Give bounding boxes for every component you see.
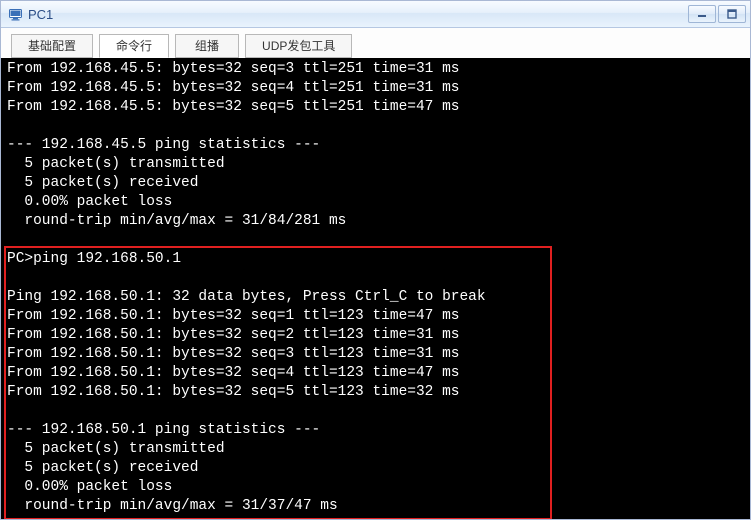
tab-udp-tool[interactable]: UDP发包工具 bbox=[245, 34, 352, 58]
maximize-button[interactable] bbox=[718, 5, 746, 23]
window-title: PC1 bbox=[28, 7, 688, 22]
app-icon bbox=[7, 6, 23, 22]
terminal-area[interactable]: From 192.168.45.5: bytes=32 seq=3 ttl=25… bbox=[1, 58, 750, 519]
minimize-icon bbox=[697, 9, 707, 19]
titlebar: PC1 bbox=[1, 1, 750, 28]
terminal-output: From 192.168.45.5: bytes=32 seq=3 ttl=25… bbox=[7, 60, 744, 519]
minimize-button[interactable] bbox=[688, 5, 716, 23]
maximize-icon bbox=[727, 9, 737, 19]
tabbar: 基础配置 命令行 组播 UDP发包工具 bbox=[1, 28, 750, 58]
tab-basic-config[interactable]: 基础配置 bbox=[11, 34, 93, 58]
window-controls bbox=[688, 5, 746, 23]
tab-multicast[interactable]: 组播 bbox=[175, 34, 239, 58]
app-window: PC1 基础配置 命令行 组播 UDP发包工具 From 192.168.45.… bbox=[0, 0, 751, 520]
tab-command-line[interactable]: 命令行 bbox=[99, 34, 169, 58]
